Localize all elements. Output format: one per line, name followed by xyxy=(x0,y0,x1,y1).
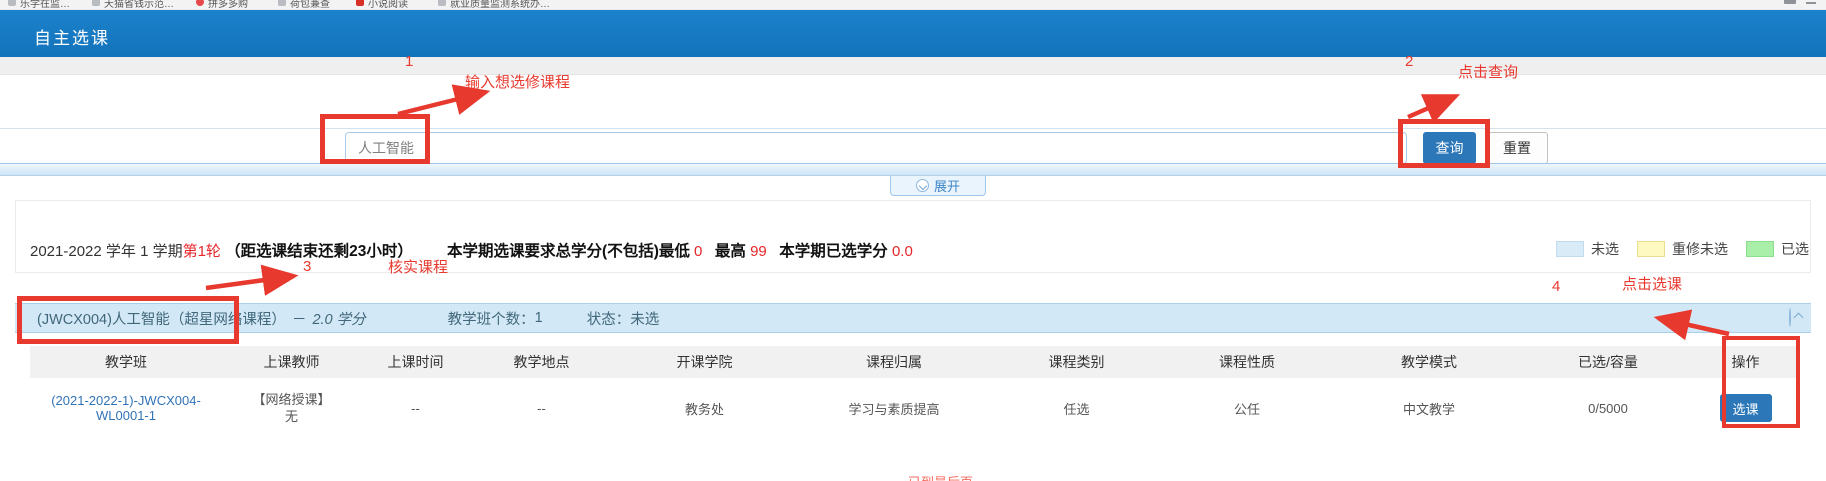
table-row: (2021-2022-1)-JWCX004-WL0001-1 【网络授课】 无 … xyxy=(30,378,1800,438)
bookmark-item[interactable]: 拼多多购 xyxy=(196,0,248,10)
expand-label: 展开 xyxy=(934,176,960,195)
class-count-label: 教学班个数： xyxy=(448,308,535,329)
col-header-location: 教学地点 xyxy=(470,352,613,372)
page-title: 自主选课 xyxy=(34,24,110,49)
retake-swatch xyxy=(1637,241,1665,257)
legend-label: 未选 xyxy=(1591,239,1619,259)
folder-icon[interactable] xyxy=(1784,0,1796,4)
bookmark-label: 就业质量监测系统办… xyxy=(450,0,550,10)
class-capacity: 0/5000 xyxy=(1525,401,1691,416)
col-header-time: 上课时间 xyxy=(361,352,470,372)
course-header-band[interactable]: (JWCX004)人工智能（超星网络课程） － 2.0 学分 教学班个数：1 状… xyxy=(15,303,1811,333)
favicon-icon xyxy=(8,0,16,6)
max-credits: 99 xyxy=(750,243,767,260)
annotation-step4-text: 点击选课 xyxy=(1622,273,1682,294)
course-status-value: 未选 xyxy=(630,308,659,329)
annotation-arrow-2 xyxy=(1408,96,1456,117)
bookmark-item[interactable]: 天猫省钱示范… xyxy=(92,0,174,10)
course-status-label: 状态： xyxy=(587,308,631,329)
favicon-icon xyxy=(278,0,286,6)
requirement-label: 本学期选课要求总学分(不包括)最低 xyxy=(447,243,690,260)
legend-item-unselected: 未选 xyxy=(1556,239,1619,259)
form-divider xyxy=(0,128,1826,129)
teacher-tag: 【网络授课】 xyxy=(222,391,361,408)
bookmark-item[interactable]: 荷包兼查 xyxy=(278,0,330,10)
class-nature: 公任 xyxy=(1161,399,1333,418)
browser-bookmarks-bar: 乐学在监… 天猫省钱示范… 拼多多购 荷包兼查 小说阅读 就业质量监测系统办… xyxy=(0,0,1826,10)
chevron-up-icon xyxy=(1789,308,1791,327)
bookmark-label: 小说阅读 xyxy=(368,0,408,10)
col-header-category: 课程类别 xyxy=(992,352,1161,372)
legend-label: 重修未选 xyxy=(1672,239,1728,259)
selected-label: 本学期已选学分 xyxy=(779,243,888,260)
class-mode: 中文教学 xyxy=(1333,399,1525,418)
col-header-attribution: 课程归属 xyxy=(796,352,992,372)
class-category: 任选 xyxy=(992,399,1161,418)
chevron-down-icon xyxy=(916,179,929,192)
end-of-list-text: 已到最后页 xyxy=(908,472,973,481)
menu-icon[interactable] xyxy=(1806,0,1816,4)
collapse-course-button[interactable] xyxy=(1789,309,1807,327)
status-legend: 未选 重修未选 已选 xyxy=(1556,239,1809,259)
query-button[interactable]: 查询 xyxy=(1423,132,1476,164)
page-header: 自主选课 xyxy=(0,10,1826,57)
col-header-action: 操作 xyxy=(1691,352,1800,372)
max-label: 最高 xyxy=(715,243,746,260)
countdown-text: （距选课结束还剩23小时） xyxy=(225,243,413,260)
favicon-icon xyxy=(92,0,100,6)
expand-toggle[interactable]: 展开 xyxy=(890,176,986,196)
class-code-link[interactable]: (2021-2022-1)-JWCX004-WL0001-1 xyxy=(51,393,201,423)
class-time: -- xyxy=(361,401,470,416)
col-header-capacity: 已选/容量 xyxy=(1525,352,1691,372)
class-attribution: 学习与素质提高 xyxy=(796,399,992,418)
header-sub-strip xyxy=(0,57,1826,75)
selected-credits: 0.0 xyxy=(892,243,913,260)
round-text: 第1轮 xyxy=(183,243,221,260)
class-location: -- xyxy=(470,401,613,416)
red-square-favicon-icon xyxy=(356,0,364,6)
semester-info-text: 2021-2022 学年 1 学期第1轮 （距选课结束还剩23小时） 本学期选课… xyxy=(30,239,913,261)
red-dot-favicon-icon xyxy=(196,0,204,6)
bookmark-label: 拼多多购 xyxy=(208,0,248,10)
legend-label: 已选 xyxy=(1781,239,1809,259)
unselected-swatch xyxy=(1556,241,1584,257)
selected-swatch xyxy=(1746,241,1774,257)
course-dash: － xyxy=(292,308,307,329)
bookmark-item[interactable]: 乐学在监… xyxy=(8,0,70,10)
bookmark-label: 乐学在监… xyxy=(20,0,70,10)
select-course-button[interactable]: 选课 xyxy=(1720,394,1772,422)
bookmark-label: 荷包兼查 xyxy=(290,0,330,10)
col-header-class: 教学班 xyxy=(30,352,222,372)
col-header-college: 开课学院 xyxy=(613,352,796,372)
semester-info-panel xyxy=(15,200,1811,273)
annotation-arrow-1 xyxy=(398,92,486,114)
min-credits: 0 xyxy=(694,243,702,260)
col-header-mode: 教学模式 xyxy=(1333,352,1525,372)
reset-button[interactable]: 重置 xyxy=(1486,132,1548,164)
form-footer-strip xyxy=(0,163,1826,176)
legend-item-retake: 重修未选 xyxy=(1637,239,1728,259)
term-text: 2021-2022 学年 1 学期 xyxy=(30,243,183,260)
favicon-icon xyxy=(438,0,446,6)
class-count-value: 1 xyxy=(535,310,543,326)
bookmark-label: 天猫省钱示范… xyxy=(104,0,174,10)
annotation-arrow-3 xyxy=(206,276,294,288)
course-credits: 2.0 学分 xyxy=(312,308,365,329)
bookmark-item[interactable]: 小说阅读 xyxy=(356,0,408,10)
course-title: (JWCX004)人工智能（超星网络课程） xyxy=(37,308,286,329)
bookmark-item[interactable]: 就业质量监测系统办… xyxy=(438,0,550,10)
table-header-row: 教学班 上课教师 上课时间 教学地点 开课学院 课程归属 课程类别 课程性质 教… xyxy=(30,346,1800,378)
annotation-step4-number: 4 xyxy=(1552,278,1560,295)
class-table: 教学班 上课教师 上课时间 教学地点 开课学院 课程归属 课程类别 课程性质 教… xyxy=(30,346,1800,438)
col-header-teacher: 上课教师 xyxy=(222,352,361,372)
col-header-nature: 课程性质 xyxy=(1161,352,1333,372)
legend-item-selected: 已选 xyxy=(1746,239,1809,259)
teacher-name: 无 xyxy=(222,408,361,425)
class-college: 教务处 xyxy=(613,399,796,418)
course-search-input[interactable] xyxy=(345,132,1407,164)
course-selection-screen: 乐学在监… 天猫省钱示范… 拼多多购 荷包兼查 小说阅读 就业质量监测系统办… … xyxy=(0,0,1826,481)
